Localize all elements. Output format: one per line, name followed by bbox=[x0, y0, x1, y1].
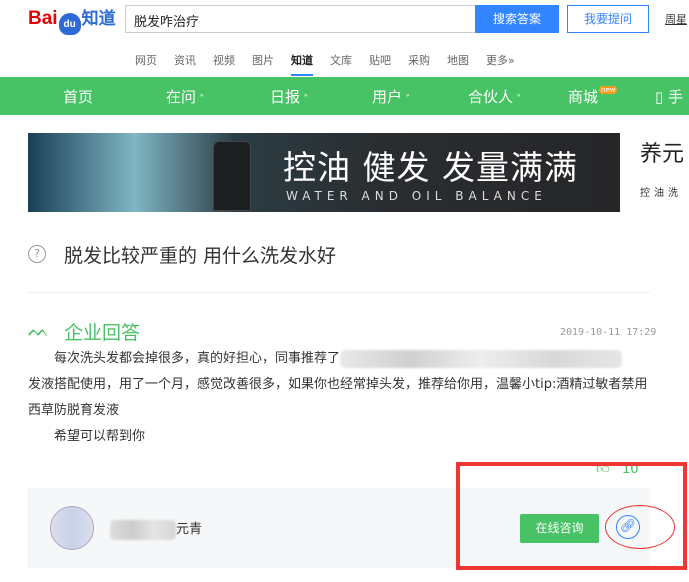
logo-bai: Bai bbox=[28, 8, 58, 29]
answer-label: 企业回答 bbox=[64, 322, 141, 344]
nav-asking-label: 在问 bbox=[166, 87, 197, 106]
highlight-box bbox=[456, 462, 687, 570]
tab-tieba[interactable]: 贴吧 bbox=[369, 52, 391, 76]
nav-users-label: 用户 bbox=[372, 87, 403, 106]
chevron-down-icon: ˅ bbox=[513, 93, 522, 105]
answer-line: 发液搭配使用，用了一个月，感觉改善很多，如果你也经常掉头发，推荐给你用，温馨小t… bbox=[28, 377, 648, 418]
avatar[interactable] bbox=[50, 506, 94, 550]
main-nav-bar: 首页 在问 ˅ 日报 ˅ 用户 ˅ 合伙人 ˅ 商城 new ▯ 手 bbox=[0, 77, 689, 115]
nav-mobile-label: 手 bbox=[668, 87, 684, 106]
phone-icon: ▯ bbox=[655, 87, 669, 106]
search-input[interactable]: 脱发咋治疗 bbox=[125, 5, 475, 33]
tab-webpage[interactable]: 网页 bbox=[135, 52, 157, 76]
name-suffix: 元青 bbox=[176, 522, 203, 537]
new-badge: new bbox=[599, 85, 618, 94]
banner-subtitle: WATER AND OIL BALANCE bbox=[286, 189, 547, 203]
blurred-name bbox=[110, 519, 176, 540]
question-icon: ? bbox=[28, 245, 46, 263]
nav-mall[interactable]: 商城 new bbox=[568, 85, 618, 107]
brand-subtitle: 控油洗 bbox=[640, 188, 682, 199]
tab-zhidao[interactable]: 知道 bbox=[291, 52, 313, 76]
nav-daily-label: 日报 bbox=[270, 87, 301, 106]
nav-asking[interactable]: 在问 ˅ bbox=[166, 86, 204, 107]
chevron-down-icon: ˅ bbox=[196, 93, 205, 105]
blurred-text bbox=[340, 349, 623, 368]
tab-purchase[interactable]: 采购 bbox=[408, 52, 430, 76]
answer-date: 2019-10-11 17:29 bbox=[560, 327, 657, 338]
search-button[interactable]: 搜索答案 bbox=[475, 5, 559, 33]
ask-question-button[interactable]: 我要提问 bbox=[567, 5, 649, 33]
nav-partners-label: 合伙人 bbox=[468, 87, 514, 106]
nav-home[interactable]: 首页 bbox=[63, 86, 93, 107]
nav-mall-label: 商城 bbox=[568, 87, 599, 106]
tab-more[interactable]: 更多» bbox=[486, 52, 515, 76]
tab-video[interactable]: 视频 bbox=[213, 52, 235, 76]
product-bottle-image bbox=[213, 141, 251, 211]
baidu-zhidao-logo[interactable]: Bai du 知道 bbox=[28, 4, 116, 35]
answer-line: 每次洗头发都会掉很多，真的好担心，同事推荐了 bbox=[54, 351, 341, 366]
brand-logo: 养元 bbox=[640, 142, 685, 167]
tab-news[interactable]: 资讯 bbox=[174, 52, 196, 76]
user-link[interactable]: 周星 bbox=[665, 11, 687, 27]
nav-mobile[interactable]: ▯ 手 bbox=[655, 86, 683, 107]
ad-banner[interactable]: 控油 健发 发量满满 WATER AND OIL BALANCE bbox=[28, 133, 620, 212]
answer-body: 每次洗头发都会掉很多，真的好担心，同事推荐了 发液搭配使用，用了一个月，感觉改善… bbox=[28, 346, 650, 450]
nav-partners[interactable]: 合伙人 ˅ bbox=[468, 86, 521, 107]
paw-icon: du bbox=[58, 13, 81, 35]
chevron-down-icon: ˅ bbox=[300, 93, 309, 105]
answer-line: 希望可以帮到你 bbox=[54, 429, 146, 444]
nav-daily[interactable]: 日报 ˅ bbox=[270, 86, 308, 107]
question-title: 脱发比较严重的 用什么洗发水好 bbox=[64, 245, 337, 267]
chevron-down-icon: ˅ bbox=[402, 93, 411, 105]
logo-zhidao: 知道 bbox=[81, 9, 116, 28]
search-tabs: 网页 资讯 视频 图片 知道 文库 贴吧 采购 地图 更多» bbox=[135, 52, 532, 76]
divider bbox=[28, 292, 650, 293]
tab-images[interactable]: 图片 bbox=[252, 52, 274, 76]
nav-users[interactable]: 用户 ˅ bbox=[372, 86, 410, 107]
tab-wenku[interactable]: 文库 bbox=[330, 52, 352, 76]
banner-title: 控油 健发 发量满满 bbox=[283, 148, 578, 187]
answerer-name[interactable]: 元青 bbox=[110, 518, 202, 540]
tab-map[interactable]: 地图 bbox=[447, 52, 469, 76]
enterprise-user-icon: ᨓ bbox=[28, 320, 50, 341]
